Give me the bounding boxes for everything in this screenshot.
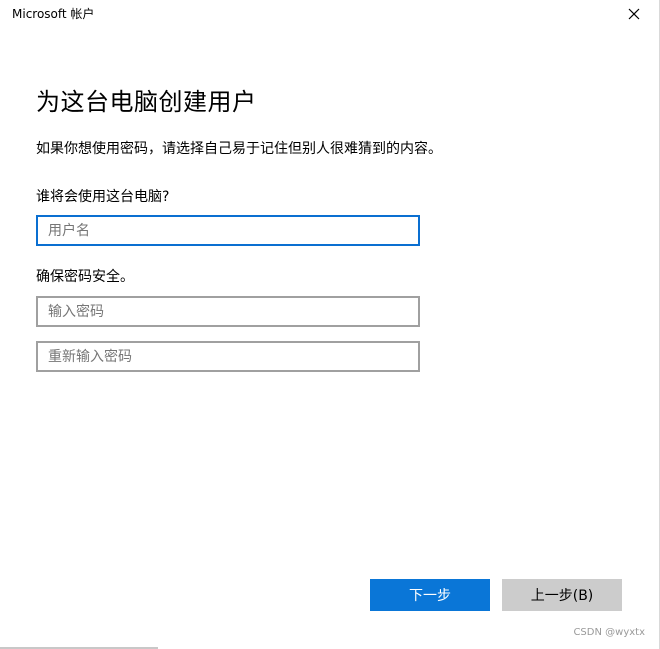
who-label: 谁将会使用这台电脑? [36,189,170,205]
close-icon [628,8,640,20]
next-button[interactable]: 下一步 [370,579,490,611]
title-bar: Microsoft 帐户 [0,0,660,30]
description-text: 如果你想使用密码，请选择自己易于记住但别人很难猜到的内容。 [36,141,442,157]
watermark-text: CSDN @wyxtx [573,627,645,638]
page-title: 为这台电脑创建用户 [36,88,257,116]
password-confirm-input[interactable] [36,341,420,372]
window-title: Microsoft 帐户 [12,7,95,21]
back-button[interactable]: 上一步(B) [502,579,622,611]
close-button[interactable] [622,2,646,26]
password-section-label: 确保密码安全。 [36,269,134,285]
dialog-window: Microsoft 帐户 为这台电脑创建用户 如果你想使用密码，请选择自己易于记… [0,0,660,649]
username-input[interactable] [36,215,420,246]
password-input[interactable] [36,296,420,327]
